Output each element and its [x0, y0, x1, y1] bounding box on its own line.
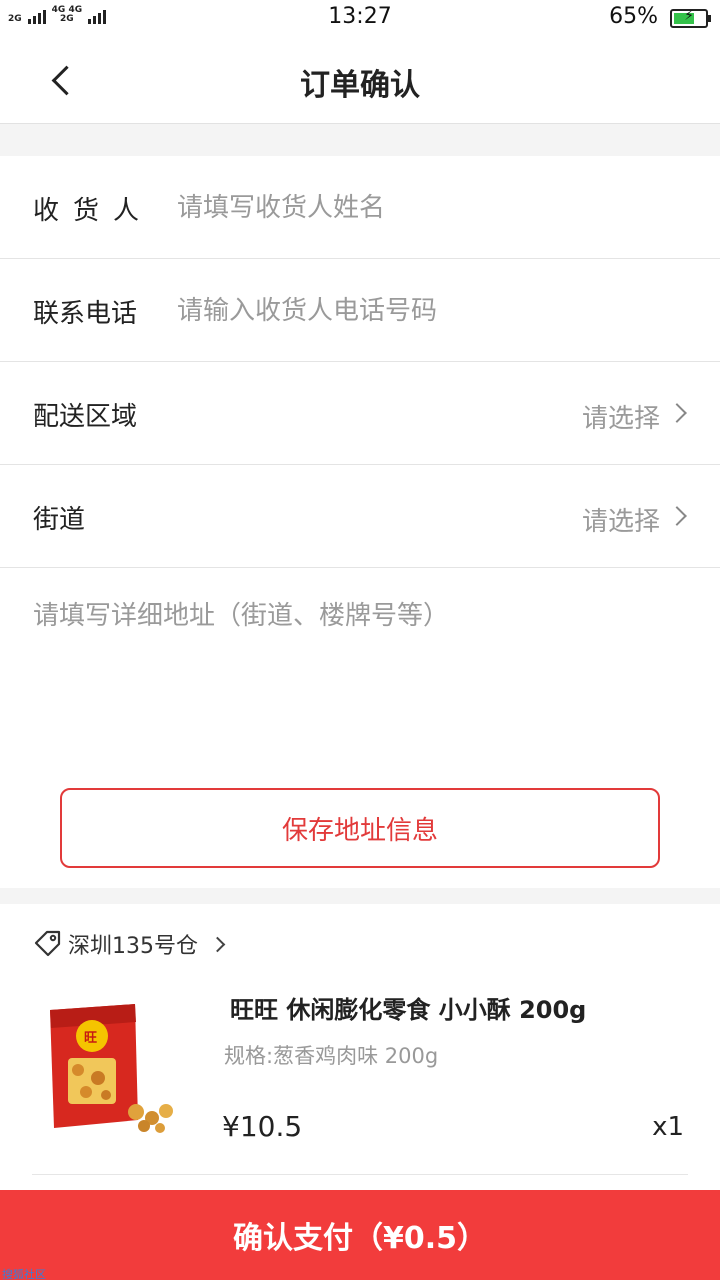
product-title: 旺旺 休闲膨化零食 小小酥 200g	[230, 996, 587, 1024]
product-price: ¥10.5	[222, 1110, 303, 1143]
save-address-button[interactable]: 保存地址信息	[60, 788, 660, 868]
address-form: 收货人 联系电话 配送区域 请选择 街道 请选择 保存地址信息	[0, 156, 720, 888]
receiver-label: 收货人	[33, 196, 154, 226]
product-quantity: x1	[652, 1112, 684, 1142]
confirm-pay-button[interactable]: 确认支付（¥0.5）	[0, 1190, 720, 1280]
area-value: 请选择	[581, 404, 660, 434]
svg-text:旺: 旺	[84, 1031, 97, 1046]
street-label: 街道	[33, 505, 86, 535]
address-detail-input[interactable]	[33, 596, 683, 746]
charging-bolt-icon: ⚡	[684, 8, 694, 24]
chevron-right-icon	[667, 403, 687, 423]
chevron-right-icon	[209, 936, 226, 952]
receiver-name-input[interactable]	[177, 186, 677, 230]
chevron-right-icon	[667, 506, 687, 526]
battery-percent: 65%	[609, 4, 658, 29]
phone-row: 联系电话	[0, 259, 720, 362]
receiver-row: 收货人	[0, 156, 720, 259]
phone-label: 联系电话	[33, 299, 138, 329]
area-selector[interactable]: 配送区域 请选择	[0, 362, 720, 465]
phone-input[interactable]	[177, 289, 677, 333]
store-name: 深圳135号仓	[68, 934, 198, 959]
order-card: 深圳135号仓 旺 旺旺 休闲膨化零食 小小酥 200g 规格:葱香鸡肉味 20…	[0, 904, 720, 1204]
store-link[interactable]: 深圳135号仓	[32, 928, 226, 960]
product-spec: 规格:葱香鸡肉味 200g	[224, 1044, 439, 1068]
product-image: 旺	[40, 1000, 190, 1140]
tag-icon	[32, 929, 62, 959]
street-selector[interactable]: 街道 请选择	[0, 465, 720, 568]
battery-icon: ⚡	[670, 8, 711, 28]
divider	[32, 1174, 688, 1175]
watermark: 搜狐社区	[2, 1268, 46, 1280]
page-title: 订单确认	[300, 68, 420, 103]
navigation-header: 订单确认	[0, 38, 720, 124]
street-value: 请选择	[581, 507, 660, 537]
status-bar: 2G 4G 4G 2G 13:27 65% ⚡	[0, 0, 720, 38]
area-label: 配送区域	[33, 402, 138, 432]
